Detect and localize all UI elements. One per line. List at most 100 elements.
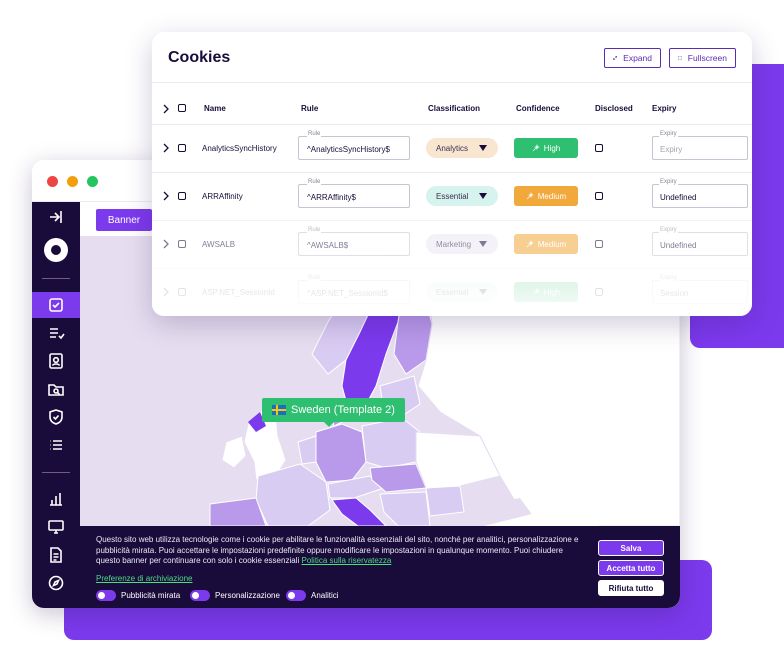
fullscreen-label: Fullscreen <box>687 53 727 63</box>
toggle-targeted-ads[interactable]: Pubblicità mirata <box>96 588 180 602</box>
list-icon[interactable] <box>32 432 80 458</box>
sparkle-icon <box>532 144 540 152</box>
confidence-value: Medium <box>537 239 567 249</box>
rule-field-label: Rule <box>307 179 322 185</box>
confidence-value: High <box>543 143 561 153</box>
classification-value: Essential <box>436 191 469 201</box>
table-row[interactable]: AWSALB Rule ^AWSALB$ Marketing Medium Ex… <box>152 220 752 268</box>
expiry-input[interactable]: Expiry Expiry <box>652 131 748 160</box>
disclosed-checkbox[interactable] <box>595 240 603 248</box>
row-checkbox[interactable] <box>178 240 186 248</box>
map-tooltip: Sweden (Template 2) <box>262 398 405 427</box>
reject-all-button[interactable]: Rifiuta tutto <box>598 580 664 596</box>
close-window-dot[interactable] <box>47 176 58 187</box>
classification-select[interactable]: Marketing <box>426 234 498 254</box>
tab-banner[interactable]: Banner <box>96 209 152 231</box>
confidence-badge: Medium <box>514 234 578 254</box>
tooltip-arrow <box>324 422 334 427</box>
expand-button[interactable]: Expand <box>604 48 661 68</box>
expiry-value: Undefined <box>660 193 697 202</box>
checklist-icon[interactable] <box>32 320 80 346</box>
disclosed-checkbox[interactable] <box>595 192 603 200</box>
classification-select[interactable]: Analytics <box>426 138 498 158</box>
minimize-window-dot[interactable] <box>67 176 78 187</box>
column-header-rule[interactable]: Rule <box>301 104 318 113</box>
toggle-label: Analitici <box>311 590 339 600</box>
expand-icon <box>613 56 617 60</box>
classification-select[interactable]: Essential <box>426 186 498 206</box>
map-tooltip-label: Sweden (Template 2) <box>291 404 395 416</box>
chevron-right-icon[interactable] <box>161 143 171 153</box>
toggle-switch[interactable] <box>286 589 306 601</box>
column-header-name[interactable]: Name <box>204 104 226 113</box>
document-icon[interactable] <box>32 542 80 568</box>
expand-label: Expand <box>623 53 652 63</box>
sparkle-icon <box>526 192 534 200</box>
accept-all-button[interactable]: Accetta tutto <box>598 560 664 576</box>
map-region-germany <box>315 423 367 483</box>
map-region-poland <box>361 417 421 469</box>
save-button[interactable]: Salva <box>598 540 664 556</box>
map-region-iberia <box>209 497 267 527</box>
rule-input[interactable]: Rule ^ARRAffinity$ <box>298 179 410 208</box>
expiry-value: Undefined <box>660 241 697 250</box>
collapse-icon[interactable] <box>32 204 80 230</box>
rule-field-label: Rule <box>307 131 322 137</box>
compass-icon[interactable] <box>32 570 80 596</box>
rule-input[interactable]: Rule ^AWSALB$ <box>298 227 410 256</box>
map-region-romania <box>425 485 465 517</box>
caret-down-icon <box>479 145 487 151</box>
toggle-label: Pubblicità mirata <box>121 590 181 600</box>
select-all-checkbox[interactable] <box>178 104 186 112</box>
caret-down-icon <box>479 193 487 199</box>
expiry-input[interactable]: Expiry Undefined <box>652 179 748 208</box>
map-region-ireland <box>221 435 247 469</box>
classification-value: Analytics <box>436 143 469 153</box>
app-sidebar <box>32 202 80 608</box>
toggle-switch[interactable] <box>96 589 116 601</box>
column-header-expiry[interactable]: Expiry <box>652 104 676 113</box>
toggle-switch[interactable] <box>190 589 210 601</box>
rule-value: ^AnalyticsSyncHistory$ <box>307 145 390 154</box>
monitor-icon[interactable] <box>32 514 80 540</box>
fullscreen-button[interactable]: Fullscreen <box>669 48 736 68</box>
disclosed-checkbox[interactable] <box>595 144 603 152</box>
map-region-italy <box>331 497 388 527</box>
storage-preferences-link[interactable]: Preferenze di archiviazione <box>96 574 193 583</box>
toggle-label: Personalizzazione <box>215 590 280 600</box>
shield-icon[interactable] <box>32 404 80 430</box>
map-region-balkans <box>379 491 431 527</box>
maximize-window-dot[interactable] <box>87 176 98 187</box>
bar-chart-icon[interactable] <box>32 486 80 512</box>
column-header-classification[interactable]: Classification <box>428 104 480 113</box>
column-header-disclosed[interactable]: Disclosed <box>595 104 633 113</box>
rule-input[interactable]: Rule ^AnalyticsSyncHistory$ <box>298 131 410 160</box>
column-header-confidence[interactable]: Confidence <box>516 104 560 113</box>
row-checkbox[interactable] <box>178 192 186 200</box>
expiry-field-label: Expiry <box>659 227 678 233</box>
caret-down-icon <box>479 241 487 247</box>
rule-field-label: Rule <box>307 227 322 233</box>
search-folder-icon[interactable] <box>32 376 80 402</box>
expiry-field-label: Expiry <box>659 131 678 137</box>
logo-icon[interactable] <box>44 238 68 262</box>
chevron-right-icon[interactable] <box>161 191 171 201</box>
toggle-analytics[interactable]: Analitici <box>286 588 339 602</box>
user-card-icon[interactable] <box>32 348 80 374</box>
sidebar-divider <box>42 278 70 279</box>
row-checkbox[interactable] <box>178 144 186 152</box>
cookie-name: AnalyticsSyncHistory <box>202 144 277 153</box>
sweden-flag-icon <box>272 405 286 415</box>
table-row[interactable]: ARRAffinity Rule ^ARRAffinity$ Essential… <box>152 172 752 220</box>
chevron-right-icon[interactable] <box>161 104 171 114</box>
checkbox-icon[interactable] <box>32 292 80 318</box>
privacy-policy-link[interactable]: Politica sulla riservatezza <box>301 556 391 565</box>
sidebar-divider <box>42 472 70 473</box>
table-row[interactable]: AnalyticsSyncHistory Rule ^AnalyticsSync… <box>152 124 752 172</box>
cookie-name: AWSALB <box>202 240 236 249</box>
toggle-personalization[interactable]: Personalizzazione <box>190 588 280 602</box>
expiry-input[interactable]: Expiry Undefined <box>652 227 748 256</box>
rule-value: ^AWSALB$ <box>307 241 349 250</box>
chevron-right-icon[interactable] <box>161 239 171 249</box>
panel-title: Cookies <box>168 49 231 66</box>
